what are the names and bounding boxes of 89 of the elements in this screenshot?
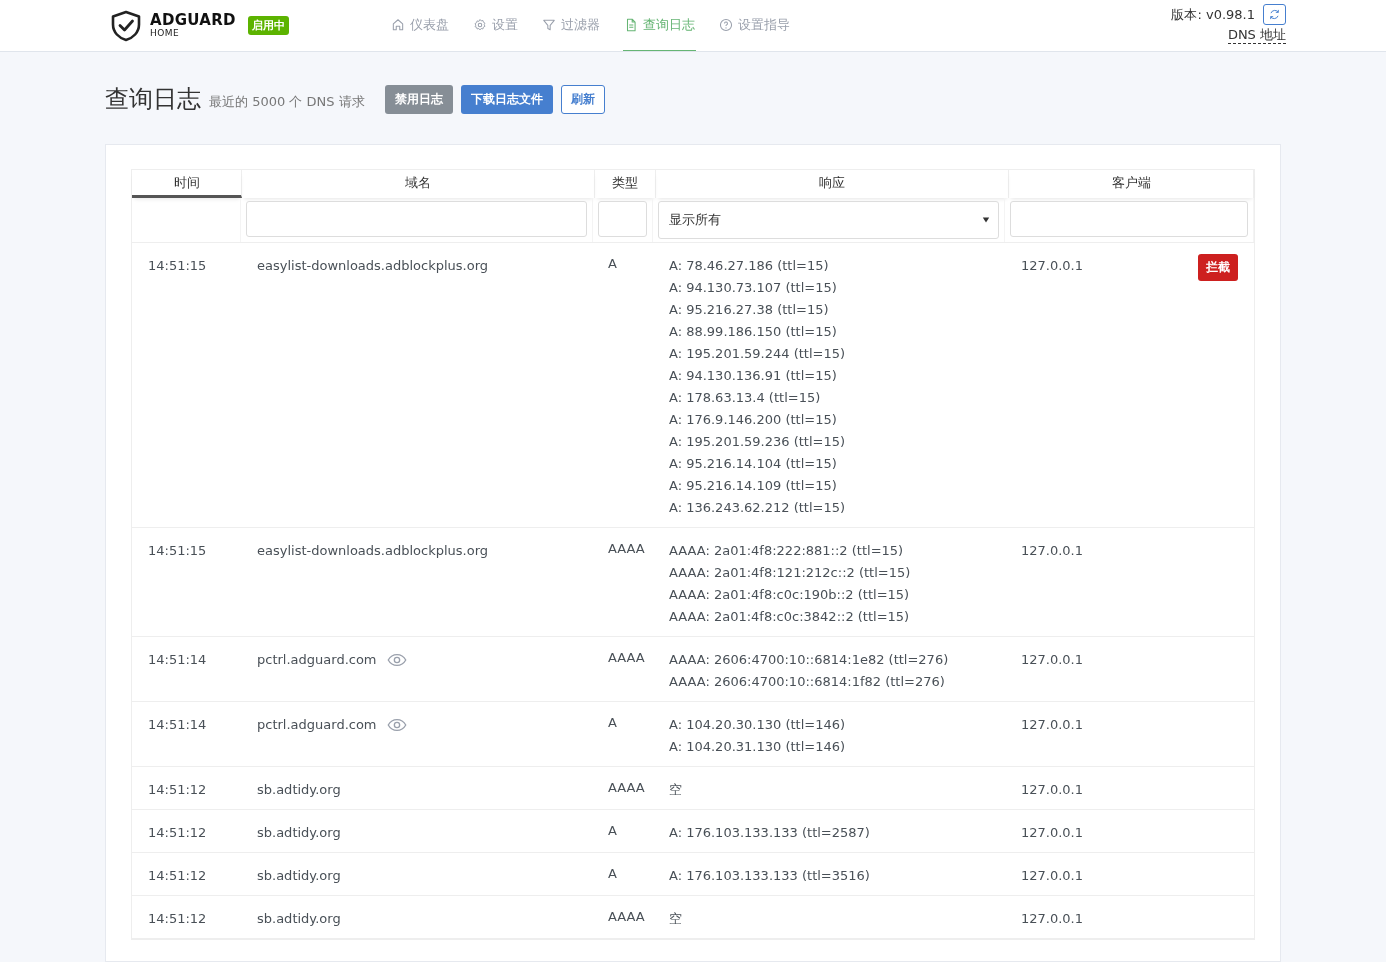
table-cell-text: 127.0.0.1 <box>1021 651 1084 669</box>
table-cell-text: A: 104.20.30.130 (ttl=146) <box>669 716 847 734</box>
document-icon <box>624 18 638 32</box>
dns-addresses-link[interactable]: DNS 地址 <box>1227 27 1286 44</box>
table-cell-text: AAAA: 2a01:4f8:121:212c::2 (ttl=15) <box>669 564 912 582</box>
home-icon <box>391 18 405 32</box>
action-button[interactable]: 刷新 <box>560 84 605 114</box>
action-button[interactable]: 下载日志文件 <box>460 84 553 114</box>
table-cell-text: 127.0.0.1 <box>1021 910 1084 928</box>
table-cell-text: 127.0.0.1 <box>1021 716 1084 734</box>
table-cell-text: A: 195.201.59.236 (ttl=15) <box>669 433 847 451</box>
table-cell-text: 127.0.0.1 <box>1021 257 1084 275</box>
table-cell-text: A <box>607 255 618 273</box>
table-cell-text: pctrl.adguard.com <box>257 716 377 734</box>
table-cell-text: A <box>607 714 618 732</box>
table-cell-text: easylist-downloads.adblockplus.org <box>257 257 489 275</box>
table-cell-text: AAAA: 2606:4700:10::6814:1f82 (ttl=276) <box>669 673 946 691</box>
table-cell-text: A: 94.130.136.91 (ttl=15) <box>669 367 838 385</box>
table-cell-text: 14:51:12 <box>147 867 208 885</box>
nav-link[interactable]: 过滤器 <box>541 0 601 51</box>
table-cell-text: A: 95.216.14.109 (ttl=15) <box>669 477 838 495</box>
version-text: 版本: v0.98.1 <box>1171 5 1255 24</box>
table-cell-text: pctrl.adguard.com <box>257 651 377 669</box>
table-cell-text: A <box>607 822 618 840</box>
action-button[interactable]: 禁用日志 <box>384 84 453 114</box>
table-cell-text: AAAA <box>607 540 646 558</box>
column-header[interactable]: 时间 <box>132 170 242 198</box>
filter-field[interactable] <box>1010 201 1248 237</box>
refresh-icon <box>1268 8 1281 21</box>
table-cell-text: 14:51:15 <box>147 257 208 275</box>
table-cell-text: 14:51:15 <box>147 542 208 560</box>
table-cell-text: 14:51:14 <box>147 716 208 734</box>
table-cell-text: A: 94.130.73.107 (ttl=15) <box>669 279 838 297</box>
table-cell-text: sb.adtidy.org <box>257 910 341 928</box>
table-cell-text: 空 <box>669 781 683 799</box>
shield-check-logo-icon <box>110 9 142 42</box>
table-cell-text: sb.adtidy.org <box>257 781 341 799</box>
page-subtitle: 最近的 5000 个 DNS 请求 <box>209 93 365 111</box>
column-header[interactable]: 客户端 <box>1009 170 1254 198</box>
column-header[interactable]: 响应 <box>656 170 1009 198</box>
table-cell-text: AAAA <box>607 779 646 797</box>
table-cell-text: AAAA <box>607 649 646 667</box>
table-cell-text: 14:51:12 <box>147 910 208 928</box>
brand-subtitle: HOME <box>150 28 181 39</box>
table-cell-text: A: 95.216.27.38 (ttl=15) <box>669 301 830 319</box>
table-cell-text: 127.0.0.1 <box>1021 867 1084 885</box>
table-cell-text: A: 95.216.14.104 (ttl=15) <box>669 455 838 473</box>
filter-field[interactable] <box>246 201 587 237</box>
table-cell-text: AAAA: 2a01:4f8:c0c:190b::2 (ttl=15) <box>669 586 911 604</box>
page-title: 查询日志 <box>105 84 201 115</box>
column-header[interactable]: 域名 <box>242 170 595 198</box>
table-cell-text: A: 178.63.13.4 (ttl=15) <box>669 389 822 407</box>
caret-icon <box>982 216 990 224</box>
table-cell-text: A <box>607 865 618 883</box>
table-cell-text: sb.adtidy.org <box>257 824 341 842</box>
table-cell-text: easylist-downloads.adblockplus.org <box>257 542 489 560</box>
filter-icon <box>542 18 556 32</box>
table-cell-text: A: 176.103.133.133 (ttl=3516) <box>669 867 871 885</box>
table-cell-text: A: 136.243.62.212 (ttl=15) <box>669 499 847 517</box>
table-cell-text: sb.adtidy.org <box>257 867 341 885</box>
status-badge: 启用中 <box>247 16 289 35</box>
table-cell-text: 14:51:12 <box>147 781 208 799</box>
nav-link[interactable]: 设置 <box>472 0 519 51</box>
table-cell-text: A: 195.201.59.244 (ttl=15) <box>669 345 847 363</box>
table-cell-text: 127.0.0.1 <box>1021 542 1084 560</box>
table-cell-text: AAAA: 2a01:4f8:c0c:3842::2 (ttl=15) <box>669 608 911 626</box>
settings-icon <box>473 18 487 32</box>
response-filter-select[interactable]: 显示所有 <box>658 201 999 239</box>
table-cell-text: A: 176.9.146.200 (ttl=15) <box>669 411 838 429</box>
table-cell-text: AAAA: 2606:4700:10::6814:1e82 (ttl=276) <box>669 651 950 669</box>
table-cell-text: AAAA <box>607 908 646 926</box>
filter-field[interactable] <box>598 201 647 237</box>
table-cell-text: A: 176.103.133.133 (ttl=2587) <box>669 824 871 842</box>
nav-link[interactable]: 仪表盘 <box>390 0 450 51</box>
table-cell-text: A: 104.20.31.130 (ttl=146) <box>669 738 847 756</box>
table-cell-text: 127.0.0.1 <box>1021 824 1084 842</box>
block-button[interactable]: 拦截 <box>1198 254 1238 281</box>
table-cell-text: 空 <box>669 910 683 928</box>
refresh-button[interactable] <box>1263 4 1286 25</box>
table-cell-text: A: 78.46.27.186 (ttl=15) <box>669 257 830 275</box>
table-cell-text: 14:51:14 <box>147 651 208 669</box>
nav-link[interactable]: 设置指导 <box>718 0 791 51</box>
table-cell-text: AAAA: 2a01:4f8:222:881::2 (ttl=15) <box>669 542 905 560</box>
brand-name: ADGUARD <box>150 12 236 28</box>
column-header[interactable]: 类型 <box>595 170 656 198</box>
table-cell-text: A: 88.99.186.150 (ttl=15) <box>669 323 838 341</box>
table-cell-text: 14:51:12 <box>147 824 208 842</box>
table-cell-text: 127.0.0.1 <box>1021 781 1084 799</box>
help-icon <box>719 18 733 32</box>
